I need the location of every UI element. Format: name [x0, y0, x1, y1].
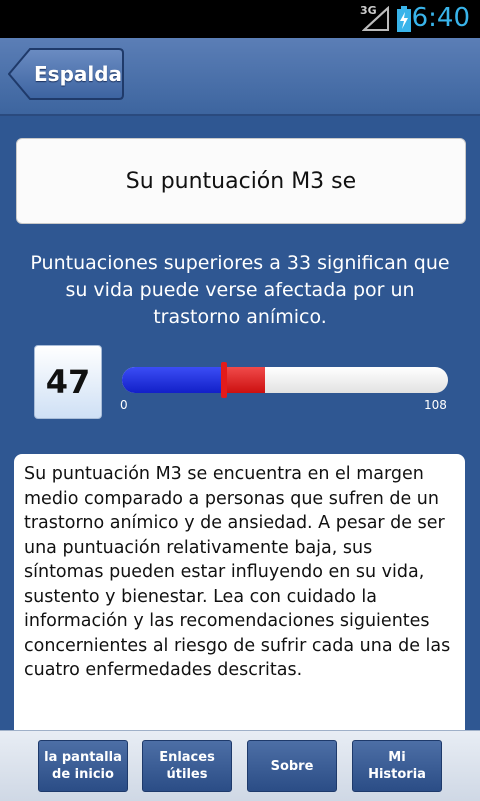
- my-history-button[interactable]: Mi Historia: [352, 740, 442, 792]
- bottom-nav: la pantalla de inicio Enlaces útiles Sob…: [0, 730, 480, 801]
- useful-links-button[interactable]: Enlaces útiles: [142, 740, 232, 792]
- status-bar: 3G 6:40: [0, 0, 480, 38]
- home-screen-button[interactable]: la pantalla de inicio: [38, 740, 128, 792]
- description-text: Su puntuación M3 se encuentra en el marg…: [24, 464, 451, 680]
- about-button[interactable]: Sobre: [247, 740, 337, 792]
- scale-min-label: 0: [120, 398, 128, 412]
- score-marker: [221, 362, 227, 398]
- score-bar-high-segment: [223, 367, 265, 393]
- score-bar: [122, 367, 448, 393]
- scale-max-label: 108: [424, 398, 447, 412]
- header-bar: Espalda: [0, 38, 480, 116]
- battery-charging-icon: [397, 6, 411, 32]
- signal-icon: [362, 6, 389, 31]
- clock: 6:40: [411, 3, 470, 33]
- back-button-label: Espalda: [34, 62, 123, 86]
- score-bar-low-segment: [122, 367, 223, 393]
- threshold-info: Puntuaciones superiores a 33 significan …: [30, 252, 450, 328]
- description-panel: Su puntuación M3 se encuentra en el marg…: [14, 454, 465, 744]
- score-value: 47: [34, 345, 102, 419]
- back-button[interactable]: Espalda: [8, 48, 124, 100]
- result-title: Su puntuación M3 se: [16, 138, 466, 224]
